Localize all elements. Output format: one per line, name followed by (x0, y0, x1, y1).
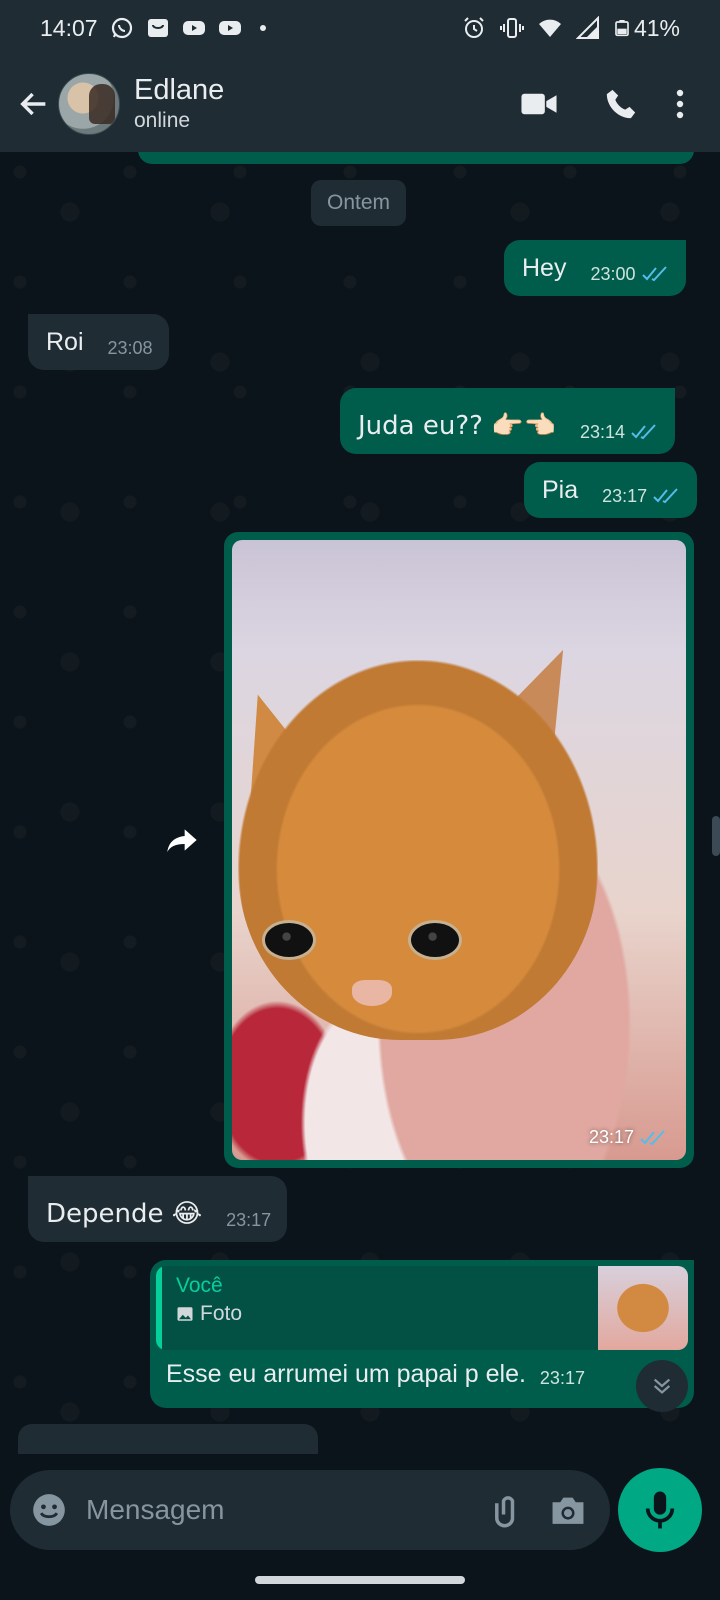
photo-detail (262, 920, 316, 960)
message-input[interactable]: Mensagem (86, 1494, 470, 1526)
chat-header: Edlane online (0, 56, 720, 152)
battery-level: 41% (633, 14, 680, 41)
notification-icon (147, 19, 168, 37)
edge-handle[interactable] (712, 816, 720, 856)
youtube-icon (218, 21, 241, 35)
reply-message-bubble[interactable]: Você Foto Esse eu arrumei um papai p ele… (150, 1260, 694, 1408)
microphone-icon (645, 1491, 675, 1529)
chat-area[interactable]: Ontem Hey 23:00 Roi 23:08 Juda eu?? 👉🏻👈🏻… (0, 152, 720, 1468)
arrow-left-icon (20, 92, 46, 116)
back-button[interactable] (10, 80, 58, 128)
contact-name: Edlane (134, 74, 225, 106)
more-vertical-icon (676, 89, 684, 119)
camera-icon (552, 1497, 584, 1524)
voice-call-button[interactable] (580, 76, 662, 132)
quote-author: Você (176, 1274, 223, 1297)
quote-body: Foto (200, 1302, 243, 1325)
partial-message-bubble (18, 1424, 318, 1454)
battery-icon (615, 20, 629, 37)
signal-icon (575, 16, 599, 39)
whatsapp-icon (111, 17, 132, 39)
date-separator: Ontem (311, 180, 407, 226)
emoji-button[interactable] (30, 1491, 68, 1529)
message-text: Juda eu?? 👉🏻👈🏻 (358, 411, 556, 441)
message-time: 23:17 (602, 486, 648, 506)
photo-detail (352, 980, 392, 1006)
forward-icon (167, 829, 197, 852)
message-bubble[interactable]: Hey 23:00 (504, 240, 686, 296)
vibrate-icon (499, 18, 524, 38)
message-text: Hey (522, 254, 567, 282)
message-bubble[interactable]: Roi 23:08 (28, 314, 169, 370)
message-time: 23:17 (226, 1210, 272, 1230)
emoji-icon (33, 1494, 65, 1526)
quote-thumbnail (598, 1266, 688, 1350)
attach-button[interactable] (486, 1488, 530, 1532)
message-bubble[interactable]: Juda eu?? 👉🏻👈🏻 23:14 (340, 388, 675, 454)
system-nav-bar (0, 1560, 720, 1600)
alarm-icon (464, 17, 484, 38)
scroll-to-bottom-button[interactable] (636, 1360, 688, 1412)
message-time: 23:14 (579, 422, 625, 442)
double-check-icon (641, 266, 667, 282)
contact-info[interactable]: Edlane online (134, 73, 224, 135)
message-time: 23:17 (588, 1127, 634, 1147)
message-text: Esse eu arrumei um papai p ele. (166, 1360, 526, 1388)
message-bubble[interactable]: Pia 23:17 (524, 462, 698, 518)
double-check-icon (640, 1129, 665, 1145)
message-composer[interactable]: Mensagem (10, 1470, 610, 1550)
photo-detail (408, 920, 462, 960)
contact-avatar[interactable] (58, 73, 120, 135)
message-text: Depende 😂 (46, 1199, 203, 1229)
kitten-photo[interactable]: 23:17 (232, 540, 686, 1160)
message-time: 23:08 (107, 338, 153, 358)
wifi-icon (538, 19, 561, 37)
phone-icon (606, 89, 636, 119)
video-camera-icon (521, 93, 557, 115)
youtube-icon (182, 21, 205, 35)
more-options-button[interactable] (662, 76, 698, 132)
image-icon (177, 1307, 193, 1321)
message-text: Pia (542, 476, 579, 504)
double-check-icon (653, 488, 678, 504)
video-call-button[interactable] (498, 76, 580, 132)
previous-message-bubble (138, 152, 694, 164)
message-time: 23:17 (539, 1368, 585, 1388)
paperclip-icon (495, 1496, 515, 1528)
message-time: 23:00 (590, 264, 636, 284)
more-notifications-dot (259, 25, 266, 31)
message-bubble[interactable]: Depende 😂 23:17 (28, 1176, 288, 1242)
home-gesture-bar[interactable] (255, 1576, 465, 1584)
photo-message-bubble[interactable]: 23:17 (224, 532, 694, 1168)
double-chevron-down-icon (653, 1378, 671, 1394)
message-text: Roi (46, 328, 84, 356)
forward-button[interactable] (160, 818, 204, 862)
camera-button[interactable] (546, 1488, 590, 1532)
quoted-message[interactable]: Você Foto (156, 1266, 688, 1350)
status-time: 14:07 (40, 14, 98, 41)
photo-detail (238, 660, 598, 1040)
double-check-icon (631, 424, 656, 440)
contact-status: online (134, 109, 191, 132)
status-bar: 14:07 41% (0, 0, 720, 56)
voice-record-button[interactable] (618, 1468, 702, 1552)
